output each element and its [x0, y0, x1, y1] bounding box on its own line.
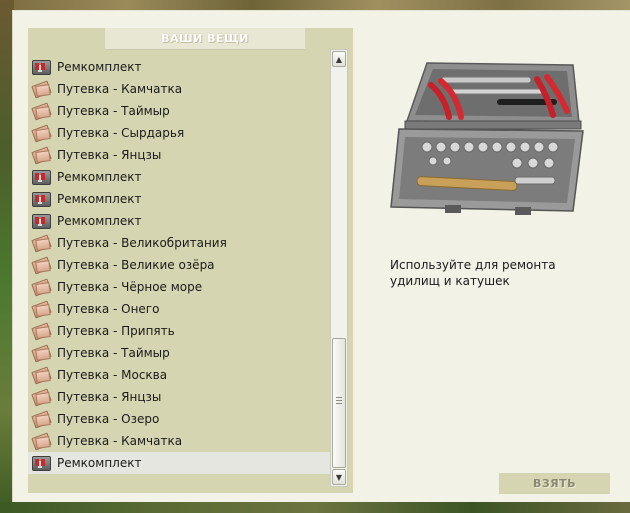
list-item[interactable]: Путевка - Таймыр [28, 100, 332, 122]
scroll-thumb[interactable] [332, 338, 346, 468]
grip-icon [336, 397, 342, 404]
list-item-label: Путевка - Москва [57, 368, 168, 382]
list-item-label: Ремкомплект [57, 192, 142, 206]
list-item[interactable]: Путевка - Чёрное море [28, 276, 332, 298]
list-item-label: Путевка - Таймыр [57, 104, 170, 118]
items-list: Ремкомплект Путевка - Камчатка Путевка - Т… [28, 56, 335, 488]
list-item-label: Путевка - Чёрное море [57, 280, 203, 294]
list-item[interactable]: Путевка - Янцзы [28, 386, 332, 408]
list-item[interactable]: Путевка - Москва [28, 364, 332, 386]
list-item[interactable]: Ремкомплект [28, 56, 332, 78]
repair-kit-icon [30, 167, 52, 187]
list-item-label: Путевка - Великие озёра [57, 258, 215, 272]
list-item-label: Путевка - Онего [57, 302, 160, 316]
list-item-label: Путевка - Таймыр [57, 346, 170, 360]
list-item[interactable]: Путевка - Великие озёра [28, 254, 332, 276]
list-item[interactable]: Ремкомплект [28, 210, 332, 232]
background-scenery-bottom [0, 502, 630, 513]
ticket-icon [30, 409, 52, 429]
items-panel: ВАШИ ВЕЩИ Ремкомплект Путевка - Камчатка П… [28, 28, 353, 493]
list-item[interactable]: Ремкомплект [28, 166, 332, 188]
list-item[interactable]: Путевка - Припять [28, 320, 332, 342]
list-item-label: Путевка - Великобритания [57, 236, 227, 250]
list-item-label: Путевка - Янцзы [57, 148, 162, 162]
ticket-icon [30, 145, 52, 165]
scroll-down-button[interactable]: ▼ [332, 469, 346, 485]
list-item[interactable]: Ремкомплект [28, 188, 332, 210]
ticket-icon [30, 277, 52, 297]
repair-kit-icon [30, 57, 52, 77]
list-item[interactable]: Путевка - Онего [28, 298, 332, 320]
list-item-label: Путевка - Сырдарья [57, 126, 185, 140]
list-item-label: Ремкомплект [57, 214, 142, 228]
list-item-label: Ремкомплект [57, 60, 142, 74]
ticket-icon [30, 123, 52, 143]
chevron-down-icon: ▼ [335, 472, 343, 482]
ticket-icon [30, 79, 52, 99]
repair-kit-icon [30, 211, 52, 231]
list-item-label: Ремкомплект [57, 456, 142, 470]
ticket-icon [30, 387, 52, 407]
ticket-icon [30, 101, 52, 121]
ticket-icon [30, 299, 52, 319]
list-item[interactable]: Путевка - Таймыр [28, 342, 332, 364]
ticket-icon [30, 255, 52, 275]
repair-kit-icon [30, 453, 52, 473]
list-item[interactable]: Путевка - Янцзы [28, 144, 332, 166]
chevron-up-icon: ▲ [335, 54, 343, 64]
ticket-icon [30, 365, 52, 385]
list-item[interactable]: Путевка - Озеро [28, 408, 332, 430]
list-item[interactable]: Путевка - Великобритания [28, 232, 332, 254]
inventory-dialog: ВАШИ ВЕЩИ Ремкомплект Путевка - Камчатка П… [12, 10, 630, 502]
item-description: Используйте для ремонта удилищ и катушек [390, 258, 556, 288]
list-item-label: Ремкомплект [57, 170, 142, 184]
list-item[interactable]: Путевка - Камчатка [28, 78, 332, 100]
ticket-icon [30, 431, 52, 451]
list-item-label: Путевка - Камчатка [57, 82, 183, 96]
list-item[interactable]: Путевка - Сырдарья [28, 122, 332, 144]
scroll-up-button[interactable]: ▲ [332, 51, 346, 67]
list-item[interactable]: Ремкомплект [28, 452, 332, 474]
list-item-label: Путевка - Озеро [57, 412, 160, 426]
ticket-icon [30, 321, 52, 341]
items-scrollbar[interactable]: ▲ ▼ [330, 49, 348, 487]
list-item-label: Путевка - Камчатка [57, 434, 183, 448]
ticket-icon [30, 233, 52, 253]
panel-title: ВАШИ ВЕЩИ [105, 28, 305, 50]
take-button[interactable]: ВЗЯТЬ [499, 473, 610, 494]
toolbox-icon [390, 62, 584, 215]
ticket-icon [30, 343, 52, 363]
repair-kit-icon [30, 189, 52, 209]
list-item[interactable]: Путевка - Камчатка [28, 430, 332, 452]
list-item-label: Путевка - Припять [57, 324, 175, 338]
list-item-label: Путевка - Янцзы [57, 390, 162, 404]
